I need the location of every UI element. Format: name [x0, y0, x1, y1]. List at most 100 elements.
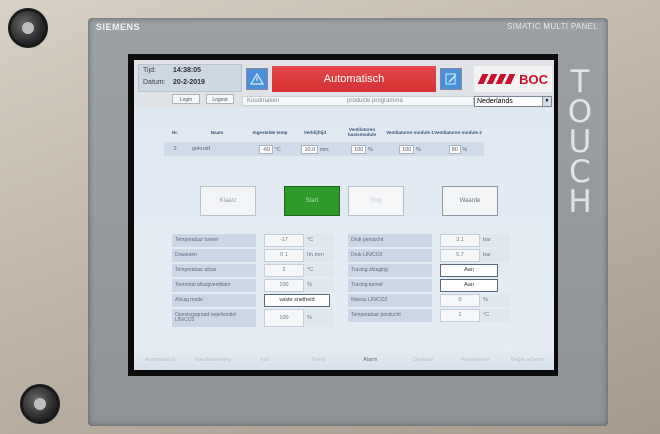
- left-status-grid: Temperatuur tunnel -17 °C Draaiuren 0 1 hh.m…: [172, 234, 342, 329]
- status-name: Tracing afzaging: [348, 264, 432, 277]
- status-value: -17: [264, 234, 304, 247]
- status-row: Druk LIN/CO2 5.7 bar: [348, 249, 518, 262]
- tracing-tunnel-field[interactable]: Aan: [440, 279, 498, 292]
- status-unit: hh.mm: [304, 249, 334, 262]
- datetime-box: Tijd: 14:38:05 Datum: 20-2-2019: [138, 64, 242, 92]
- col-verblijftijd: Verblijftijd: [303, 129, 327, 135]
- fan-basis-input[interactable]: 100: [351, 144, 367, 154]
- col-fan-1: Ventilatoren module 1: [386, 129, 434, 135]
- program-right-label: producte programma: [347, 98, 403, 104]
- status-unit: °C: [480, 309, 510, 322]
- stop-button[interactable]: Stop: [348, 186, 404, 216]
- row-fan-1-cell: 100 %: [386, 144, 434, 154]
- row-tijd-cell: 10.0 min: [292, 144, 338, 154]
- status-name: Druk LIN/CO2: [348, 249, 432, 262]
- nav-alarm[interactable]: Alarm: [350, 357, 390, 363]
- boc-logo-text: BOC: [519, 71, 548, 87]
- siemens-logo: SIEMENS: [96, 22, 141, 32]
- temp-input[interactable]: -60: [259, 144, 274, 154]
- status-unit: %: [480, 294, 510, 307]
- hmi-display: Tijd: 14:38:05 Datum: 20-2-2019 Login Logo…: [134, 60, 554, 370]
- logout-button[interactable]: Logout: [206, 94, 234, 104]
- afzuig-mode-field[interactable]: vaste snelheid: [264, 294, 330, 307]
- time-value: 14:38:05: [173, 67, 202, 74]
- status-name: Afzuig mode: [172, 294, 256, 307]
- status-value: 3.1: [440, 234, 480, 247]
- status-unit: %: [304, 309, 334, 327]
- language-value: Nederlands: [477, 98, 513, 105]
- status-name: Temperatuur tunnel: [172, 234, 256, 247]
- waarde-button[interactable]: Waarde: [442, 186, 498, 216]
- nav-parameters[interactable]: Parameters: [455, 357, 495, 363]
- right-status-grid: Druk perslucht 3.1 bar Druk LIN/CO2 5.7 bar …: [348, 234, 518, 324]
- date-value: 20-2-2019: [173, 79, 205, 86]
- fan-1-unit: %: [415, 146, 421, 153]
- status-row: Afzuig mode vaste snelheid: [172, 294, 342, 307]
- status-value: 0: [440, 294, 480, 307]
- status-row: Tracing afzaging Aan: [348, 264, 518, 277]
- tracing-afzaging-field[interactable]: Aan: [440, 264, 498, 277]
- status-name: Druk perslucht: [348, 234, 432, 247]
- nav-automatisch[interactable]: Automatisch: [140, 357, 180, 363]
- chevron-down-icon[interactable]: ▼: [542, 97, 551, 106]
- status-unit: %: [304, 279, 334, 292]
- status-value: 100: [264, 309, 304, 327]
- row-fan-basis-cell: 100 %: [338, 144, 386, 154]
- status-unit: °C: [304, 234, 334, 247]
- login-button[interactable]: Login: [172, 94, 200, 104]
- edit-icon[interactable]: [440, 68, 462, 90]
- warning-icon[interactable]: [246, 68, 268, 90]
- row-fan-2-cell: 80 %: [434, 144, 482, 154]
- status-name: Openingsgraad regelventiel LIN/CO2: [172, 309, 256, 327]
- status-name: Toerental afzuigventilator: [172, 279, 256, 292]
- fan-basis-unit: %: [367, 146, 373, 153]
- status-row: Temperatuur perslucht 1 °C: [348, 309, 518, 322]
- screw-bottom-left: [20, 384, 60, 424]
- status-row: Niveau LIN/CO2 0%: [348, 294, 518, 307]
- klaar-button[interactable]: Klaarz: [200, 186, 256, 216]
- touch-label-text: TOUCH: [562, 64, 598, 214]
- fan-2-unit: %: [462, 146, 468, 153]
- col-naam: Naam: [210, 129, 224, 135]
- status-row: Temperatuur tunnel -17 °C: [172, 234, 342, 247]
- nav-trend[interactable]: Trend: [298, 357, 338, 363]
- program-left-label: Koudmaken: [247, 98, 280, 104]
- status-value: 5.7: [440, 249, 480, 262]
- nav-handbediening[interactable]: Handbediening: [193, 357, 233, 363]
- mode-title: Automatisch: [272, 66, 436, 92]
- boc-stripes-icon: [477, 74, 516, 84]
- nav-begin-scherm[interactable]: Begin scherm: [508, 357, 548, 363]
- nav-info[interactable]: Info: [245, 357, 285, 363]
- boc-logo: BOC: [474, 66, 552, 92]
- col-nr: Nr.: [171, 129, 179, 135]
- status-row: Temperatuur afzas 2 °C: [172, 264, 342, 277]
- status-value: 100: [264, 279, 304, 292]
- temp-unit: °C: [274, 146, 281, 153]
- status-name: Tracing tunnel: [348, 279, 432, 292]
- product-table: Nr. Naam Ingestelde temp Verblijftijd Ve…: [164, 122, 484, 156]
- date-label: Datum:: [143, 79, 166, 86]
- panel-model-label: SIMATIC MULTI PANEL: [506, 22, 598, 31]
- header-bar: Tijd: 14:38:05 Datum: 20-2-2019 Login Logo…: [134, 60, 554, 108]
- status-unit: bar: [480, 234, 510, 247]
- fan-2-input[interactable]: 80: [448, 144, 461, 154]
- start-button[interactable]: Start: [284, 186, 340, 216]
- nav-opslaan[interactable]: Opslaan: [403, 357, 443, 363]
- time-label: Tijd:: [143, 67, 156, 74]
- status-value: 2: [264, 264, 304, 277]
- status-row: Draaiuren 0 1 hh.mm: [172, 249, 342, 262]
- row-nr: 3: [173, 146, 177, 152]
- row-temp-cell: -60 °C: [248, 144, 292, 154]
- touch-label: TOUCH: [562, 64, 598, 219]
- status-value: 0 1: [264, 249, 304, 262]
- row-naam: gekruid: [192, 146, 211, 152]
- language-select[interactable]: Nederlands ▼: [474, 96, 552, 107]
- tijd-unit: min: [319, 146, 329, 153]
- screw-top-left: [8, 8, 48, 48]
- status-unit: bar: [480, 249, 510, 262]
- table-row[interactable]: 3 gekruid -60 °C 10.0 min 100 % 100 % 80…: [164, 142, 484, 156]
- col-fan-2: Ventilatoren module 2: [434, 129, 482, 135]
- fan-1-input[interactable]: 100: [399, 144, 415, 154]
- status-name: Temperatuur perslucht: [348, 309, 432, 322]
- tijd-input[interactable]: 10.0: [301, 144, 319, 154]
